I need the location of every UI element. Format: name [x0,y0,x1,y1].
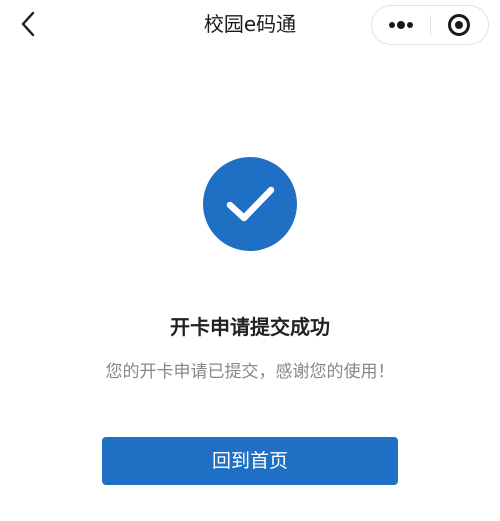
more-dots-icon [388,21,413,29]
close-button[interactable] [431,6,489,44]
back-to-home-button[interactable]: 回到首页 [102,437,398,485]
chevron-left-icon [21,11,35,37]
result-description: 您的开卡申请已提交，感谢您的使用！ [105,362,395,382]
page: 校园e码通 开卡申请提交成功 您的开卡申请已提交，感谢您的使用！ 回到首页 [0,0,500,521]
target-circle-icon [448,14,471,36]
check-circle-icon [203,157,297,251]
back-button[interactable] [12,8,44,40]
mini-program-capsule [371,5,489,45]
nav-bar: 校园e码通 [0,0,500,50]
more-button[interactable] [372,6,430,44]
result-title: 开卡申请提交成功 [170,315,330,339]
checkmark-icon [226,186,275,222]
